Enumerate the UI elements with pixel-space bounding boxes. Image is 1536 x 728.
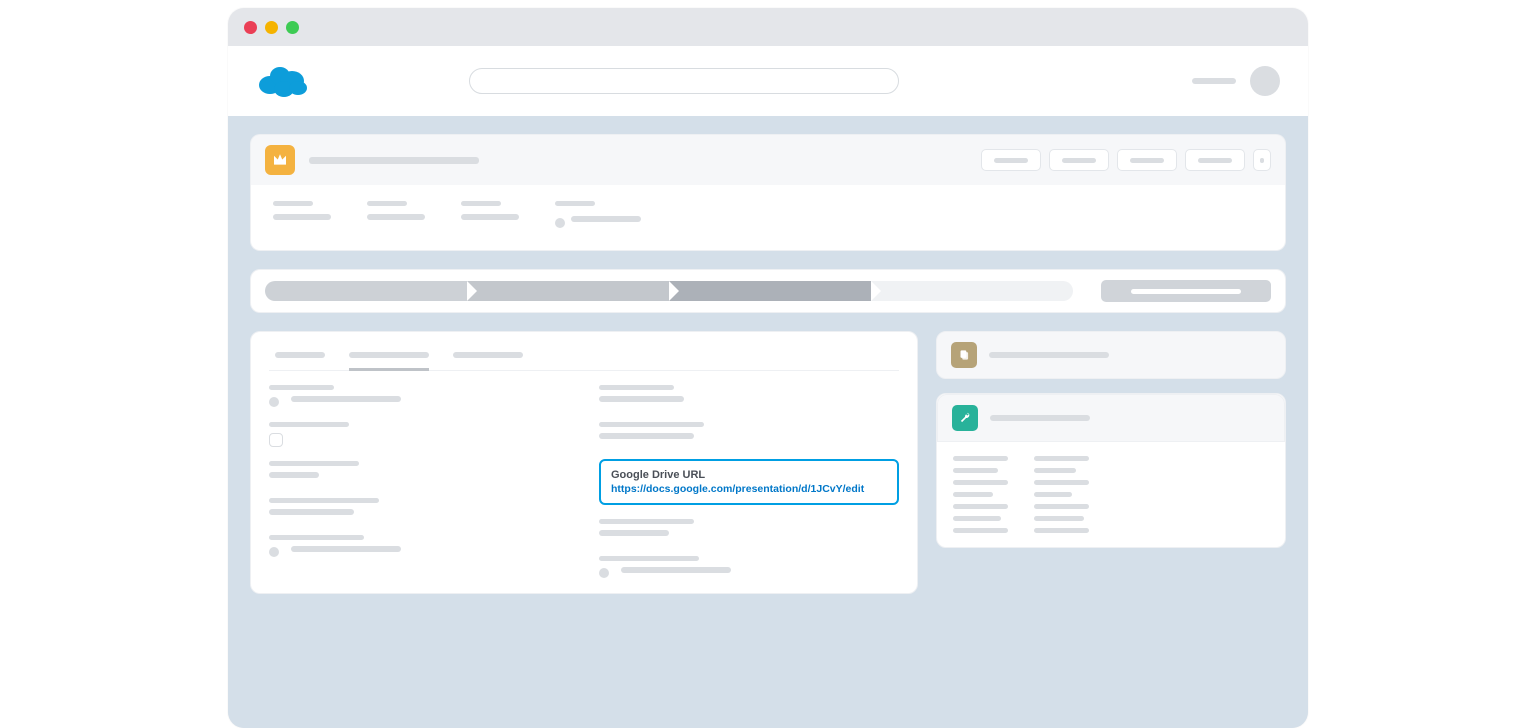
maximize-icon[interactable] xyxy=(286,21,299,34)
highlight-field-4 xyxy=(555,201,641,232)
header-utilities xyxy=(1192,66,1280,96)
tab-2[interactable] xyxy=(349,346,429,371)
path-card xyxy=(250,269,1286,313)
body-columns: Google Drive URL https://docs.google.com… xyxy=(250,331,1286,594)
path-stage-2[interactable] xyxy=(467,281,669,301)
field-label: Google Drive URL xyxy=(611,469,887,481)
tabset xyxy=(269,346,899,371)
user-avatar[interactable] xyxy=(1250,66,1280,96)
action-button-3[interactable] xyxy=(1117,149,1177,171)
record-header xyxy=(250,134,1286,185)
salesforce-logo-icon xyxy=(256,61,312,101)
action-button-1[interactable] xyxy=(981,149,1041,171)
highlight-field-1 xyxy=(273,201,331,232)
window-titlebar xyxy=(228,8,1308,46)
header-link-placeholder[interactable] xyxy=(1192,78,1236,84)
record-type-icon xyxy=(265,145,295,175)
record-actions xyxy=(981,149,1271,171)
related-list-header[interactable] xyxy=(937,394,1285,442)
field-value-link[interactable]: https://docs.google.com/presentation/d/1… xyxy=(611,483,887,495)
related-list-body xyxy=(937,442,1285,547)
path-stage-3[interactable] xyxy=(669,281,871,301)
files-icon xyxy=(951,342,977,368)
highlight-field-2 xyxy=(367,201,425,232)
close-icon[interactable] xyxy=(244,21,257,34)
app-window: Google Drive URL https://docs.google.com… xyxy=(228,8,1308,728)
detail-field xyxy=(269,385,569,408)
detail-field xyxy=(269,461,569,484)
google-drive-url-field[interactable]: Google Drive URL https://docs.google.com… xyxy=(599,459,899,505)
status-dot-icon xyxy=(555,218,565,228)
related-list-files[interactable] xyxy=(936,331,1286,379)
detail-field xyxy=(599,556,899,579)
mark-stage-complete-button[interactable] xyxy=(1101,280,1271,302)
detail-field xyxy=(269,498,569,521)
wrench-icon xyxy=(952,405,978,431)
detail-fields: Google Drive URL https://docs.google.com… xyxy=(269,385,899,579)
tab-1[interactable] xyxy=(275,346,325,370)
record-title-placeholder xyxy=(309,157,479,164)
checkbox-placeholder[interactable] xyxy=(269,433,283,447)
action-overflow-button[interactable] xyxy=(1253,149,1271,171)
detail-field xyxy=(599,385,899,408)
highlight-field-3 xyxy=(461,201,519,232)
action-button-4[interactable] xyxy=(1185,149,1245,171)
minimize-icon[interactable] xyxy=(265,21,278,34)
global-search-input[interactable] xyxy=(469,68,899,94)
detail-panel: Google Drive URL https://docs.google.com… xyxy=(250,331,918,594)
page-content: Google Drive URL https://docs.google.com… xyxy=(228,116,1308,728)
tab-3[interactable] xyxy=(453,346,523,370)
detail-field xyxy=(599,519,899,542)
detail-left-column xyxy=(269,385,569,579)
record-highlights xyxy=(250,185,1286,251)
action-button-2[interactable] xyxy=(1049,149,1109,171)
detail-field xyxy=(269,422,569,447)
detail-field xyxy=(599,422,899,445)
global-header xyxy=(228,46,1308,116)
path-stage-1[interactable] xyxy=(265,281,467,301)
related-list-tool xyxy=(936,393,1286,548)
detail-field xyxy=(269,535,569,558)
detail-right-column: Google Drive URL https://docs.google.com… xyxy=(599,385,899,579)
sidebar xyxy=(936,331,1286,548)
path-stage-4[interactable] xyxy=(871,281,1073,301)
path-stages xyxy=(265,281,1073,301)
